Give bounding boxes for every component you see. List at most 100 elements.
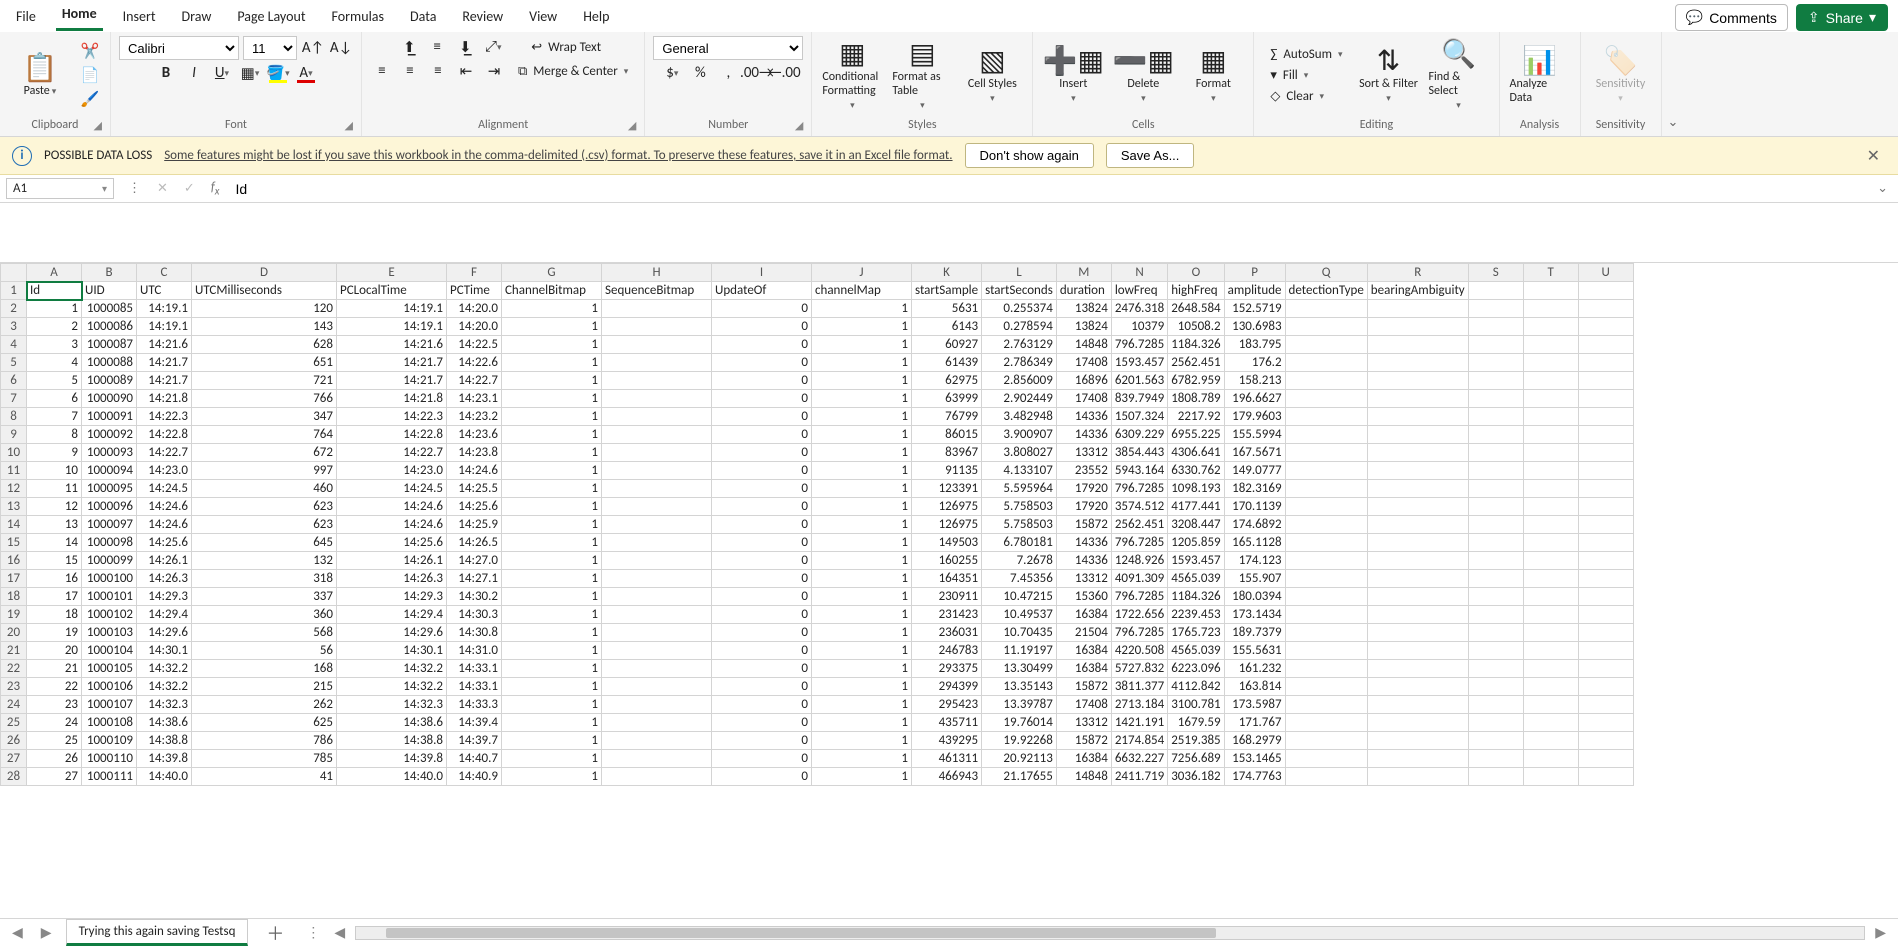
cell-N15[interactable]: 796.7285	[1111, 534, 1167, 552]
accounting-format-button[interactable]: $	[660, 62, 684, 84]
cell-G24[interactable]: 1	[502, 696, 602, 714]
cell-R5[interactable]	[1367, 354, 1468, 372]
cell-K6[interactable]: 62975	[912, 372, 982, 390]
cell-T10[interactable]	[1523, 444, 1578, 462]
cell-O22[interactable]: 6223.096	[1168, 660, 1224, 678]
cell-L10[interactable]: 3.808027	[982, 444, 1057, 462]
cell-P15[interactable]: 165.1128	[1224, 534, 1285, 552]
cell-H15[interactable]	[602, 534, 712, 552]
cell-B24[interactable]: 1000107	[82, 696, 137, 714]
decrease-font-button[interactable]: A↓	[329, 37, 353, 59]
col-header-C[interactable]: C	[137, 264, 192, 282]
cell-J22[interactable]: 1	[812, 660, 912, 678]
cell-F17[interactable]: 14:27.1	[447, 570, 502, 588]
cell-O18[interactable]: 1184.326	[1168, 588, 1224, 606]
hscroll-right[interactable]: ▶	[1871, 924, 1890, 941]
cell-N4[interactable]: 796.7285	[1111, 336, 1167, 354]
row-header-23[interactable]: 23	[1, 678, 27, 696]
cell-P7[interactable]: 196.6627	[1224, 390, 1285, 408]
row-header-15[interactable]: 15	[1, 534, 27, 552]
cell-D6[interactable]: 721	[192, 372, 337, 390]
cell-G19[interactable]: 1	[502, 606, 602, 624]
col-header-A[interactable]: A	[27, 264, 82, 282]
row-header-18[interactable]: 18	[1, 588, 27, 606]
cell-styles-button[interactable]: ▧Cell Styles	[960, 43, 1024, 108]
cell-D2[interactable]: 120	[192, 300, 337, 318]
cell-R16[interactable]	[1367, 552, 1468, 570]
cell-H12[interactable]	[602, 480, 712, 498]
cell-R8[interactable]	[1367, 408, 1468, 426]
cell-Q28[interactable]	[1285, 768, 1367, 786]
tab-review[interactable]: Review	[456, 2, 509, 31]
cell-R4[interactable]	[1367, 336, 1468, 354]
underline-button[interactable]: U	[210, 62, 234, 84]
cell-A22[interactable]: 21	[27, 660, 82, 678]
alignment-launcher[interactable]: ◢	[628, 119, 636, 132]
tab-page-layout[interactable]: Page Layout	[231, 2, 311, 31]
cell-C8[interactable]: 14:22.3	[137, 408, 192, 426]
cell-S16[interactable]	[1468, 552, 1523, 570]
cell-M26[interactable]: 15872	[1056, 732, 1111, 750]
col-header-J[interactable]: J	[812, 264, 912, 282]
cell-N22[interactable]: 5727.832	[1111, 660, 1167, 678]
cell-E8[interactable]: 14:22.3	[337, 408, 447, 426]
cell-P8[interactable]: 179.9603	[1224, 408, 1285, 426]
cell-F11[interactable]: 14:24.6	[447, 462, 502, 480]
cell-U7[interactable]	[1578, 390, 1633, 408]
message-text-link[interactable]: Some features might be lost if you save …	[164, 148, 952, 163]
cell-Q7[interactable]	[1285, 390, 1367, 408]
name-box[interactable]: A1▾	[6, 178, 114, 199]
cell-J24[interactable]: 1	[812, 696, 912, 714]
cell-A2[interactable]: 1	[27, 300, 82, 318]
cell-O15[interactable]: 1205.859	[1168, 534, 1224, 552]
align-middle-button[interactable]: ≡	[425, 36, 449, 58]
cell-J19[interactable]: 1	[812, 606, 912, 624]
cell-Q25[interactable]	[1285, 714, 1367, 732]
cell-K27[interactable]: 461311	[912, 750, 982, 768]
cell-D27[interactable]: 785	[192, 750, 337, 768]
cell-F19[interactable]: 14:30.3	[447, 606, 502, 624]
cell-K2[interactable]: 5631	[912, 300, 982, 318]
cell-M5[interactable]: 17408	[1056, 354, 1111, 372]
cell-T1[interactable]	[1523, 282, 1578, 300]
cell-U6[interactable]	[1578, 372, 1633, 390]
col-header-F[interactable]: F	[447, 264, 502, 282]
cell-B12[interactable]: 1000095	[82, 480, 137, 498]
number-launcher[interactable]: ◢	[795, 119, 803, 132]
cell-R12[interactable]	[1367, 480, 1468, 498]
cell-C6[interactable]: 14:21.7	[137, 372, 192, 390]
row-header-2[interactable]: 2	[1, 300, 27, 318]
cell-T11[interactable]	[1523, 462, 1578, 480]
cell-E4[interactable]: 14:21.6	[337, 336, 447, 354]
cell-C4[interactable]: 14:21.6	[137, 336, 192, 354]
cell-T8[interactable]	[1523, 408, 1578, 426]
cell-M22[interactable]: 16384	[1056, 660, 1111, 678]
cell-A6[interactable]: 5	[27, 372, 82, 390]
cell-D20[interactable]: 568	[192, 624, 337, 642]
cell-B22[interactable]: 1000105	[82, 660, 137, 678]
cell-K24[interactable]: 295423	[912, 696, 982, 714]
cell-T15[interactable]	[1523, 534, 1578, 552]
cell-Q20[interactable]	[1285, 624, 1367, 642]
tab-data[interactable]: Data	[404, 2, 442, 31]
cell-Q5[interactable]	[1285, 354, 1367, 372]
cell-P23[interactable]: 163.814	[1224, 678, 1285, 696]
cell-R1[interactable]: bearingAmbiguity	[1367, 282, 1468, 300]
cell-L8[interactable]: 3.482948	[982, 408, 1057, 426]
row-header-26[interactable]: 26	[1, 732, 27, 750]
cell-E9[interactable]: 14:22.8	[337, 426, 447, 444]
cell-U21[interactable]	[1578, 642, 1633, 660]
cell-C11[interactable]: 14:23.0	[137, 462, 192, 480]
cell-P10[interactable]: 167.5671	[1224, 444, 1285, 462]
cell-M3[interactable]: 13824	[1056, 318, 1111, 336]
col-header-B[interactable]: B	[82, 264, 137, 282]
cell-R11[interactable]	[1367, 462, 1468, 480]
cell-C10[interactable]: 14:22.7	[137, 444, 192, 462]
cell-S11[interactable]	[1468, 462, 1523, 480]
cell-K16[interactable]: 160255	[912, 552, 982, 570]
cell-P4[interactable]: 183.795	[1224, 336, 1285, 354]
cell-G27[interactable]: 1	[502, 750, 602, 768]
number-format-select[interactable]: General	[653, 36, 803, 60]
cell-J8[interactable]: 1	[812, 408, 912, 426]
cell-A16[interactable]: 15	[27, 552, 82, 570]
